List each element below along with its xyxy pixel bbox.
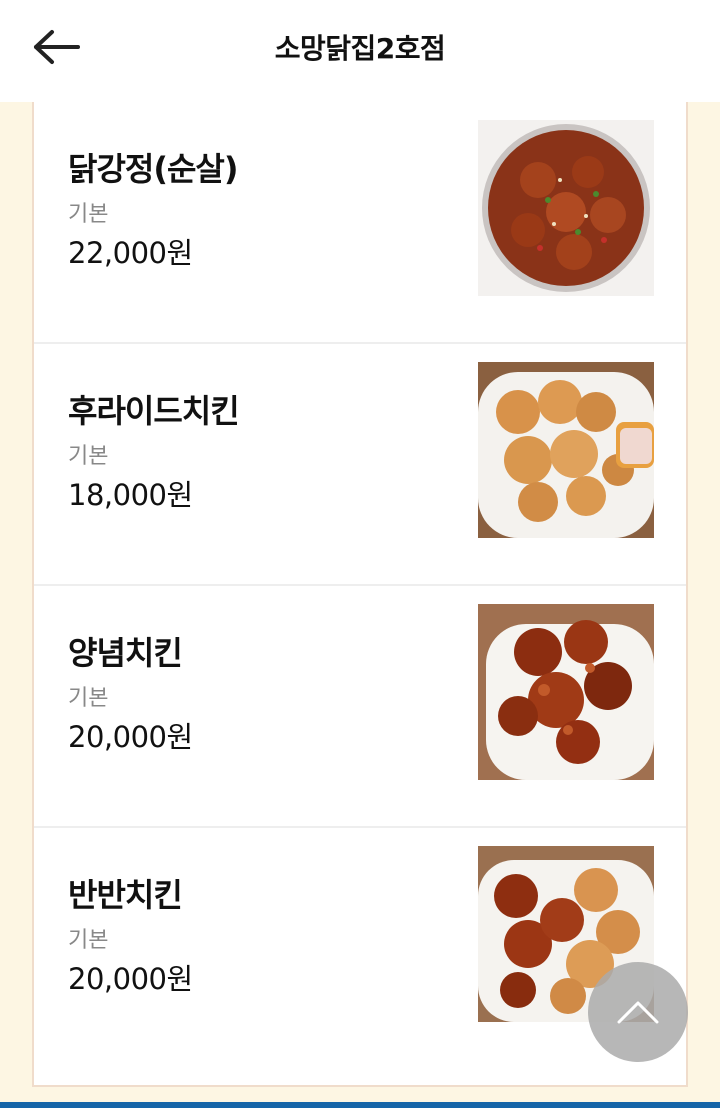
menu-item-name: 반반치킨 <box>68 876 183 914</box>
menu-item-option: 기본 <box>68 686 109 711</box>
menu-item-price: 20,000원 <box>68 962 193 996</box>
app-header: 소망닭집2호점 <box>0 0 720 102</box>
menu-item-price: 18,000원 <box>68 478 193 512</box>
page-title: 소망닭집2호점 <box>274 32 446 65</box>
menu-item-name: 닭강정(순살) <box>68 150 238 188</box>
menu-item[interactable]: 닭강정(순살) 기본 22,000원 <box>34 102 686 344</box>
menu-item-name: 후라이드치킨 <box>68 392 240 430</box>
menu-item-price: 20,000원 <box>68 720 193 754</box>
chevron-up-icon <box>617 1001 659 1024</box>
menu-item-name: 양념치킨 <box>68 634 183 672</box>
bottom-bar <box>0 1102 720 1108</box>
menu-item[interactable]: 후라이드치킨 기본 18,000원 <box>34 344 686 586</box>
menu-list: 닭강정(순살) 기본 22,000원 후라이드치킨 기본 18,000원 양념치… <box>32 102 688 1087</box>
menu-item-image <box>478 604 654 780</box>
menu-item[interactable]: 양념치킨 기본 20,000원 <box>34 586 686 828</box>
menu-item-price: 22,000원 <box>68 236 193 270</box>
menu-item[interactable]: 반반치킨 기본 20,000원 <box>34 828 686 1070</box>
menu-item-image <box>478 120 654 296</box>
arrow-left-icon <box>34 30 80 64</box>
back-button[interactable] <box>30 26 82 68</box>
scroll-to-top-button[interactable] <box>588 962 688 1062</box>
menu-item-option: 기본 <box>68 202 109 227</box>
menu-item-option: 기본 <box>68 444 109 469</box>
menu-item-option: 기본 <box>68 928 109 953</box>
menu-item-image <box>478 362 654 538</box>
